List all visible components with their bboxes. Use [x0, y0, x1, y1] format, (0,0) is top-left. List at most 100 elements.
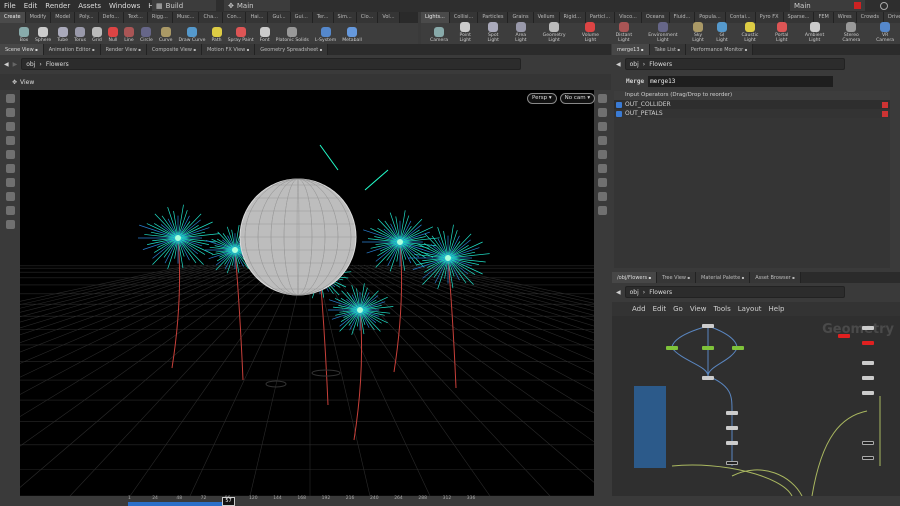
- tab-render-view[interactable]: Render View: [100, 44, 147, 55]
- current-frame[interactable]: 57: [222, 497, 235, 506]
- help-icon[interactable]: [880, 2, 888, 10]
- tool-null[interactable]: Null: [105, 27, 121, 43]
- tab-tree-view[interactable]: Tree View: [657, 272, 696, 283]
- network-node[interactable]: [862, 441, 874, 445]
- menu-assets[interactable]: Assets: [74, 2, 105, 10]
- 3d-viewport[interactable]: [20, 90, 594, 496]
- node-name-field[interactable]: merge13: [648, 75, 834, 87]
- tool-circle[interactable]: Circle: [137, 27, 156, 43]
- tool-distant-light[interactable]: Distant Light: [607, 22, 640, 43]
- tab-obj-flowers[interactable]: /obj/Flowers: [612, 272, 658, 283]
- tab-vol[interactable]: Vol...: [378, 12, 400, 23]
- grid-icon[interactable]: [598, 192, 607, 201]
- tool-caustic-light[interactable]: Caustic Light: [733, 22, 767, 43]
- tab-asset-browser[interactable]: Asset Browser: [750, 272, 801, 283]
- persp-menu[interactable]: Persp ▾: [527, 93, 557, 104]
- tab-motion-fx-view[interactable]: Motion FX View: [201, 44, 256, 55]
- tool-box[interactable]: Box: [16, 27, 32, 43]
- points-icon[interactable]: [598, 164, 607, 173]
- tab-gui[interactable]: Gui...: [268, 12, 291, 23]
- tool-spray-paint[interactable]: Spray Paint: [225, 27, 257, 43]
- tool-sphere[interactable]: Sphere: [32, 27, 54, 43]
- rotate-icon[interactable]: [5, 122, 15, 131]
- camera-menu[interactable]: No cam ▾: [559, 93, 596, 104]
- tool-geometry-light[interactable]: Geometry Light: [535, 22, 574, 43]
- network-node[interactable]: [862, 341, 874, 345]
- select-icon[interactable]: [5, 94, 15, 103]
- network-node[interactable]: [702, 346, 714, 350]
- tab-take-list[interactable]: Take List: [649, 44, 686, 55]
- handle-icon[interactable]: [5, 164, 15, 173]
- view-tool-icon[interactable]: [5, 220, 15, 229]
- path-flowers[interactable]: Flowers: [46, 61, 69, 68]
- path-obj[interactable]: obj: [630, 289, 639, 296]
- tab-cha[interactable]: Cha...: [199, 12, 223, 23]
- magnet-icon[interactable]: [5, 206, 15, 215]
- network-node[interactable]: [726, 426, 738, 430]
- network-node[interactable]: [862, 391, 874, 395]
- tab-ter[interactable]: Ter...: [312, 12, 334, 23]
- tab-geometry-spreadsheet[interactable]: Geometry Spreadsheet: [255, 44, 329, 55]
- forward-arrow-icon[interactable]: ▶: [13, 61, 18, 68]
- network-menu-add[interactable]: Add: [632, 305, 646, 313]
- network-menu-edit[interactable]: Edit: [653, 305, 667, 313]
- display-options-icon[interactable]: [598, 94, 607, 103]
- delete-icon[interactable]: [882, 110, 888, 117]
- tab-rigg[interactable]: Rigg...: [147, 12, 173, 23]
- tab-lights[interactable]: Lights...: [421, 12, 450, 23]
- network-node[interactable]: [862, 326, 874, 330]
- path-flowers[interactable]: Flowers: [649, 61, 672, 68]
- tab-clo[interactable]: Clo...: [356, 12, 379, 23]
- tool-spot-light[interactable]: Spot Light: [479, 22, 507, 43]
- tool-font[interactable]: Font: [257, 27, 273, 43]
- network-menu-tools[interactable]: Tools: [713, 305, 730, 313]
- menu-render[interactable]: Render: [41, 2, 74, 10]
- tool-environment-light[interactable]: Environment Light: [640, 22, 685, 43]
- back-arrow-icon[interactable]: ◀: [616, 61, 621, 68]
- network-node[interactable]: [838, 334, 850, 338]
- list-item[interactable]: OUT_PETALS: [614, 109, 890, 118]
- network-node[interactable]: [862, 376, 874, 380]
- network-node[interactable]: [862, 456, 874, 460]
- network-menu-view[interactable]: View: [690, 305, 707, 313]
- tool-line[interactable]: Line: [121, 27, 137, 43]
- network-node[interactable]: [726, 411, 738, 415]
- tool-draw-curve[interactable]: Draw Curve: [175, 27, 208, 43]
- network-node[interactable]: [732, 346, 744, 350]
- right-context-selector[interactable]: Main: [790, 0, 865, 11]
- tab-text[interactable]: Text...: [123, 12, 148, 23]
- tab-sim[interactable]: Sim...: [333, 12, 357, 23]
- tab-model[interactable]: Model: [51, 12, 76, 23]
- tool-l-system[interactable]: L-System: [312, 27, 339, 43]
- network-node[interactable]: [666, 346, 678, 350]
- scene-path-field[interactable]: obj › Flowers: [21, 58, 522, 70]
- ghost-icon[interactable]: [598, 150, 607, 159]
- tool-tube[interactable]: Tube: [54, 27, 71, 43]
- path-obj[interactable]: obj: [26, 61, 35, 68]
- delete-icon[interactable]: [882, 101, 888, 108]
- tab-create[interactable]: Create: [0, 12, 26, 23]
- list-item[interactable]: OUT_COLLIDER: [614, 100, 890, 109]
- scale-icon[interactable]: [5, 136, 15, 145]
- snap-icon[interactable]: [5, 192, 15, 201]
- tool-vr-camera[interactable]: VR Camera: [870, 22, 900, 43]
- tool-volume-light[interactable]: Volume Light: [574, 22, 608, 43]
- tab-hai[interactable]: Hai...: [246, 12, 269, 23]
- network-node[interactable]: [702, 324, 714, 328]
- shading-icon[interactable]: [598, 122, 607, 131]
- param-path-field[interactable]: obj › Flowers: [624, 58, 845, 70]
- network-node[interactable]: [862, 361, 874, 365]
- network-menu-layout[interactable]: Layout: [738, 305, 762, 313]
- desktop-selector[interactable]: ▦ Build: [152, 0, 216, 11]
- tab-defo[interactable]: Defo...: [98, 12, 124, 23]
- network-node[interactable]: [726, 461, 738, 465]
- normals-icon[interactable]: [598, 178, 607, 187]
- tool-ambient-light[interactable]: Ambient Light: [797, 22, 833, 43]
- tool-stereo-camera[interactable]: Stereo Camera: [832, 22, 870, 43]
- tool-portal-light[interactable]: Portal Light: [767, 22, 797, 43]
- move-icon[interactable]: [616, 110, 622, 117]
- tool-metaball[interactable]: Metaball: [339, 27, 365, 43]
- menu-file[interactable]: File: [0, 2, 20, 10]
- menu-windows[interactable]: Windows: [105, 2, 144, 10]
- tab-merge13[interactable]: merge13: [612, 44, 650, 55]
